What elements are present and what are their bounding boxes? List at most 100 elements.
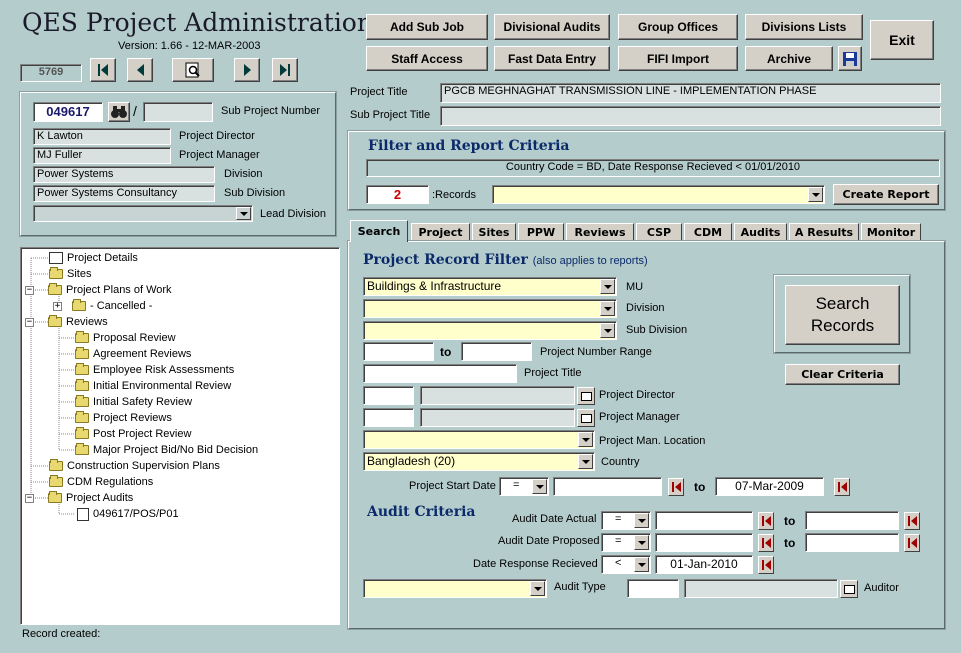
project-manager-lookup-button[interactable]	[577, 409, 595, 427]
audit-actual-from-input[interactable]	[655, 511, 753, 530]
staff-access-button[interactable]: Staff Access	[366, 46, 488, 71]
tab-search[interactable]: Search	[350, 220, 408, 242]
auditor-lookup-button[interactable]	[840, 580, 858, 598]
response-date-input[interactable]: 01-Jan-2010	[655, 555, 753, 574]
audit-proposed-to-picker-button[interactable]	[904, 534, 920, 552]
division-select[interactable]	[363, 299, 617, 318]
project-director-code-input[interactable]	[363, 386, 414, 405]
archive-button[interactable]: Archive	[745, 46, 833, 71]
tab-a-results[interactable]: A Results	[789, 223, 859, 241]
project-manager-field[interactable]: MJ Fuller	[33, 147, 171, 164]
project-number-from-input[interactable]	[363, 342, 434, 361]
project-director-lookup-button[interactable]	[577, 387, 595, 405]
create-report-button[interactable]: Create Report	[833, 184, 939, 205]
tree-item-proposal-review[interactable]: Proposal Review	[75, 331, 176, 345]
find-record-button[interactable]	[172, 58, 214, 82]
audit-actual-from-picker-button[interactable]	[758, 512, 774, 530]
divisions-lists-button[interactable]: Divisions Lists	[745, 14, 863, 40]
collapse-icon[interactable]: −	[25, 285, 34, 295]
start-date-to-input[interactable]: 07-Mar-2009	[715, 477, 824, 496]
tab-audits[interactable]: Audits	[734, 223, 787, 241]
tree-item-sites[interactable]: Sites	[49, 267, 91, 281]
fifi-import-button[interactable]: FIFI Import	[618, 46, 738, 71]
previous-record-button[interactable]	[127, 58, 153, 82]
tree-item-audit-record[interactable]: 049617/POS/P01	[77, 507, 179, 521]
sub-division-select[interactable]	[363, 321, 617, 340]
project-title-field[interactable]: PGCB MEGHNAGHAT TRANSMISSION LINE - IMPL…	[440, 83, 941, 103]
audit-actual-to-input[interactable]	[805, 511, 899, 530]
tree-item-cancelled[interactable]: + - Cancelled -	[53, 299, 152, 313]
tree-item-employee-risk[interactable]: Employee Risk Assessments	[75, 363, 234, 377]
app-version: Version: 1.66 - 12-MAR-2003	[118, 40, 261, 52]
project-manager-code-input[interactable]	[363, 408, 414, 427]
tab-monitor[interactable]: Monitor	[861, 223, 921, 241]
sub-project-title-field[interactable]	[440, 106, 941, 126]
mu-select[interactable]: Buildings & Infrastructure	[363, 277, 617, 296]
tree-item-project-audits[interactable]: − Project Audits	[25, 491, 133, 505]
divisional-audits-button[interactable]: Divisional Audits	[494, 14, 610, 40]
tree-item-label: CDM Regulations	[67, 476, 154, 488]
project-number-field[interactable]: 049617	[33, 102, 103, 122]
document-icon	[77, 507, 89, 521]
tree-item-cdm-regulations[interactable]: CDM Regulations	[49, 475, 153, 489]
project-title-filter-input[interactable]	[363, 364, 517, 383]
auditor-code-input[interactable]	[627, 579, 679, 598]
division-field[interactable]: Power Systems	[33, 166, 215, 183]
exit-button[interactable]: Exit	[870, 20, 934, 60]
fast-data-entry-button[interactable]: Fast Data Entry	[494, 46, 610, 71]
tab-csp[interactable]: CSP	[636, 223, 682, 241]
tree-item-project-reviews[interactable]: Project Reviews	[75, 411, 172, 425]
audit-actual-operator-select[interactable]: =	[601, 511, 651, 530]
clear-criteria-button[interactable]: Clear Criteria	[785, 364, 900, 385]
start-date-to-picker-button[interactable]	[834, 478, 850, 496]
tree-item-initial-safety[interactable]: Initial Safety Review	[75, 395, 192, 409]
response-operator-select[interactable]: <	[601, 555, 651, 574]
sub-project-number-field[interactable]	[143, 102, 213, 122]
audit-proposed-from-input[interactable]	[655, 533, 753, 552]
start-date-from-picker-button[interactable]	[668, 478, 684, 496]
collapse-icon[interactable]: −	[25, 317, 34, 327]
save-button[interactable]	[838, 46, 862, 71]
response-date-picker-button[interactable]	[758, 556, 774, 574]
lead-division-select[interactable]	[33, 205, 253, 222]
collapse-icon[interactable]: −	[25, 493, 34, 503]
tab-ppw[interactable]: PPW	[518, 223, 564, 241]
report-select[interactable]	[492, 185, 825, 204]
tab-reviews[interactable]: Reviews	[566, 223, 634, 241]
tab-cdm[interactable]: CDM	[684, 223, 732, 241]
project-man-location-select[interactable]	[363, 430, 595, 449]
tree-item-bid-decision[interactable]: Major Project Bid/No Bid Decision	[75, 443, 258, 457]
tree-item-agreement-reviews[interactable]: Agreement Reviews	[75, 347, 191, 361]
group-offices-button[interactable]: Group Offices	[618, 14, 738, 40]
tree-item-reviews[interactable]: − Reviews	[25, 315, 108, 329]
project-tree[interactable]: Project Details Sites − Project Plans of…	[20, 247, 340, 625]
first-record-button[interactable]	[90, 58, 116, 82]
tree-item-construction-supervision[interactable]: Construction Supervision Plans	[49, 459, 220, 473]
start-date-operator-select[interactable]: =	[499, 477, 549, 496]
audit-proposed-from-picker-button[interactable]	[758, 534, 774, 552]
start-date-from-input[interactable]	[553, 477, 662, 496]
tab-sites[interactable]: Sites	[472, 223, 516, 241]
project-man-location-label: Project Man. Location	[599, 435, 706, 447]
add-sub-job-button[interactable]: Add Sub Job	[366, 14, 488, 40]
audit-type-select[interactable]	[363, 579, 547, 598]
binoculars-button[interactable]	[108, 102, 130, 122]
project-director-field[interactable]: K Lawton	[33, 128, 171, 145]
audit-actual-to-picker-button[interactable]	[904, 512, 920, 530]
tab-project[interactable]: Project	[411, 223, 470, 241]
last-record-button[interactable]	[272, 58, 298, 82]
sub-division-field[interactable]: Power Systems Consultancy	[33, 185, 215, 202]
tree-item-post-project-review[interactable]: Post Project Review	[75, 427, 191, 441]
audit-proposed-to-input[interactable]	[805, 533, 899, 552]
audit-proposed-operator-select[interactable]: =	[601, 533, 651, 552]
search-records-button[interactable]: Search Records	[785, 285, 900, 345]
tree-item-initial-environmental[interactable]: Initial Environmental Review	[75, 379, 231, 393]
folder-icon	[75, 379, 89, 391]
chevron-down-icon	[634, 535, 649, 550]
expand-icon[interactable]: +	[53, 301, 62, 311]
country-select[interactable]: Bangladesh (20)	[363, 452, 595, 471]
tree-item-project-details[interactable]: Project Details	[49, 251, 138, 265]
tree-item-project-plans[interactable]: − Project Plans of Work	[25, 283, 172, 297]
next-record-button[interactable]	[234, 58, 260, 82]
project-number-to-input[interactable]	[461, 342, 532, 361]
